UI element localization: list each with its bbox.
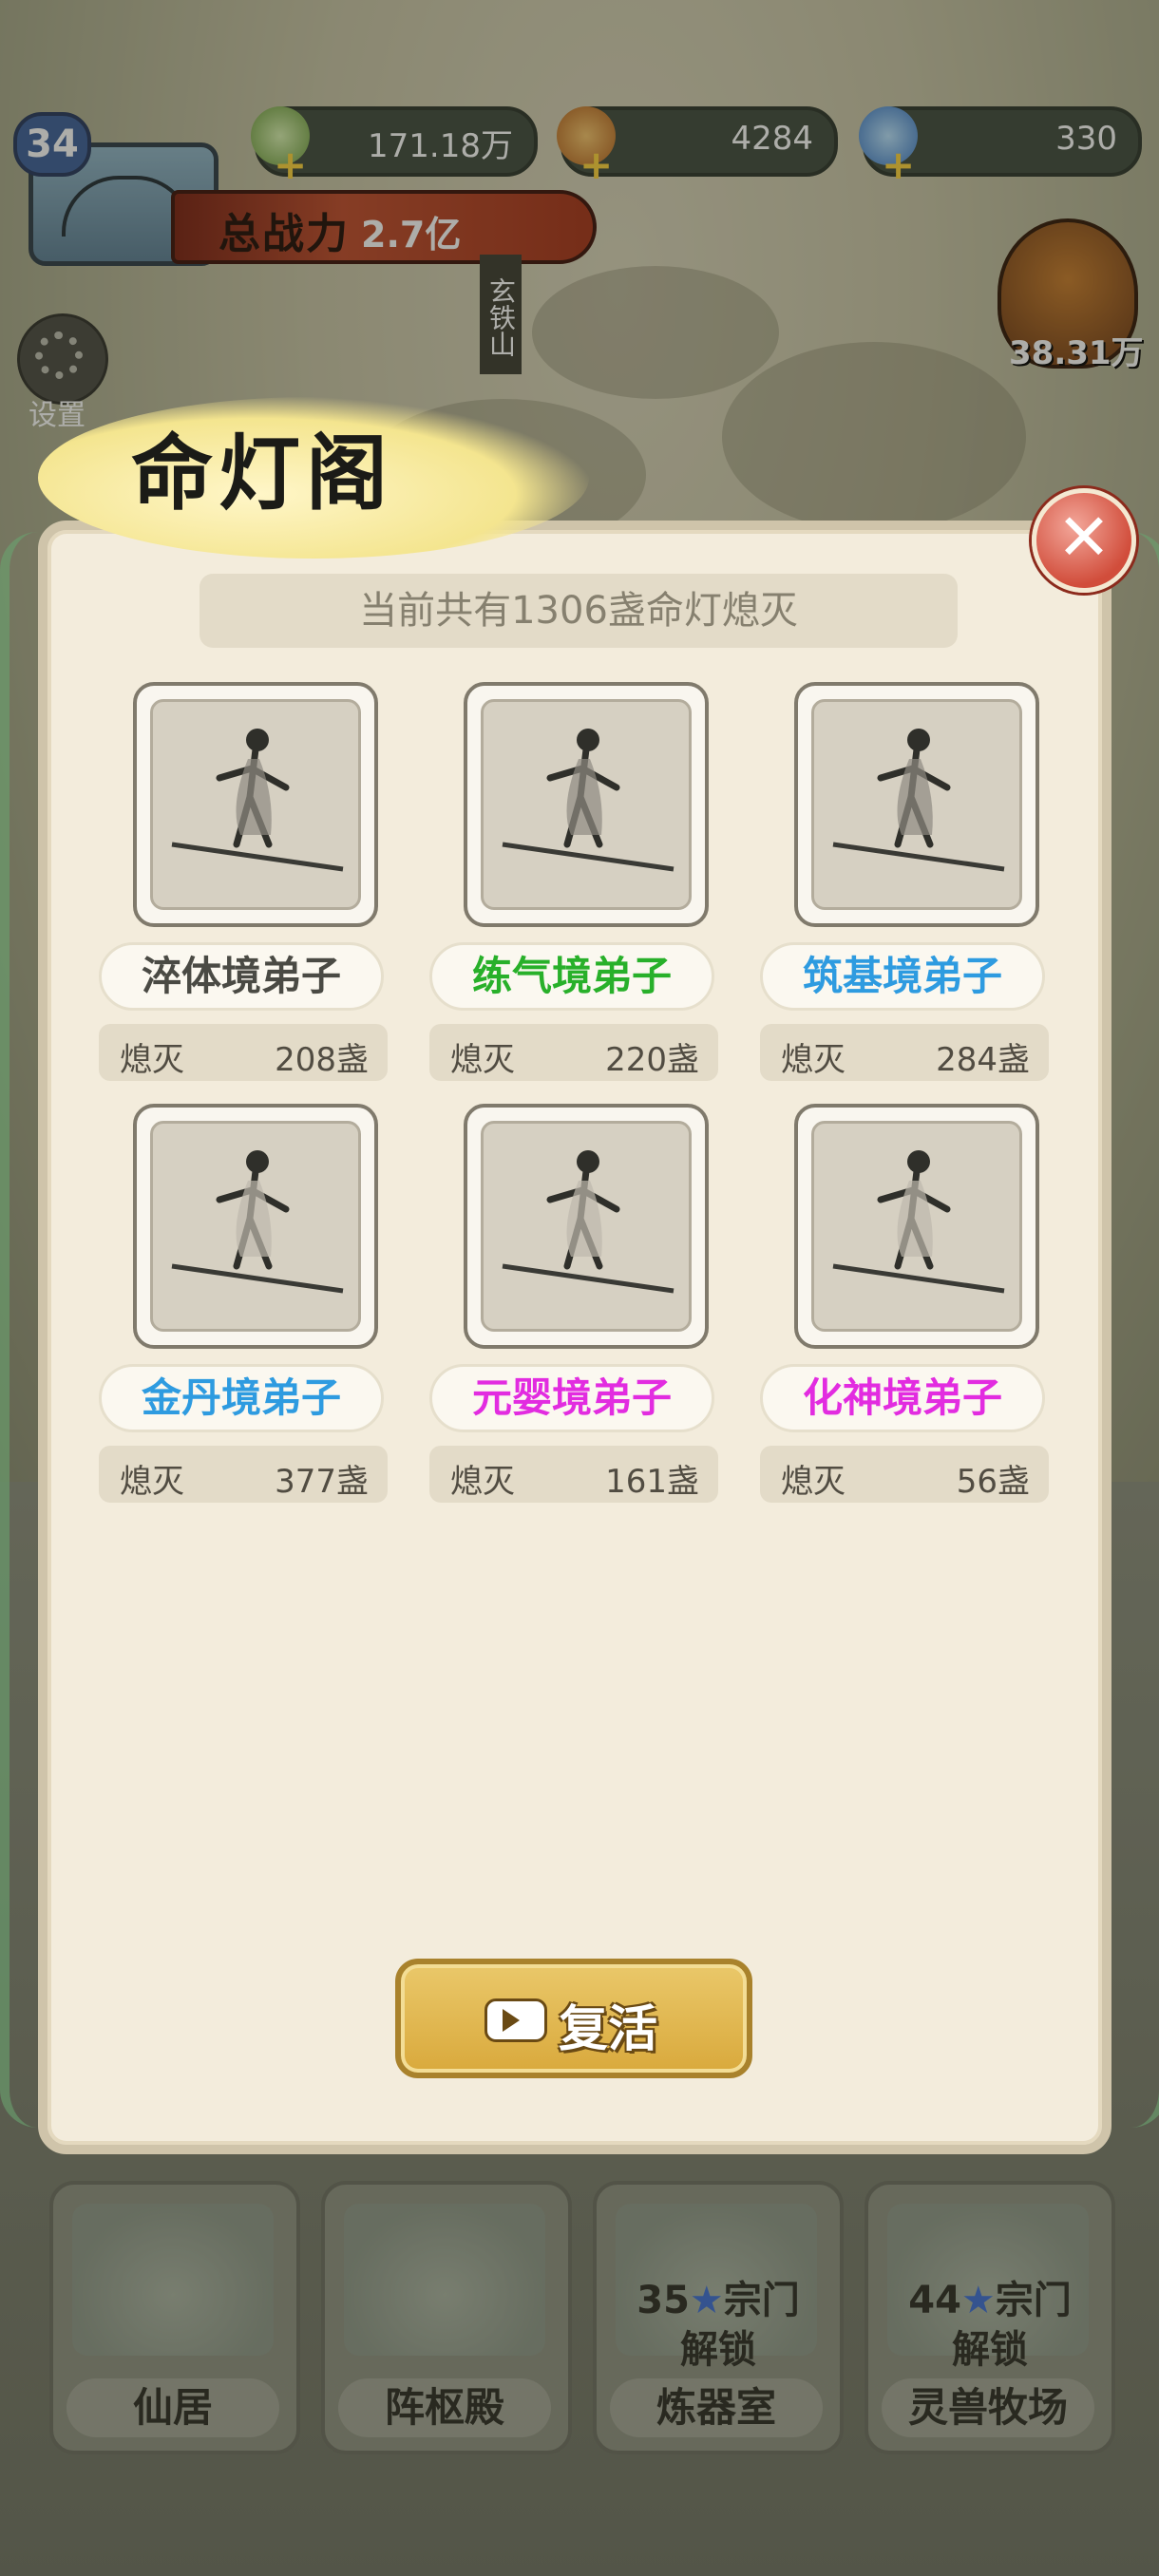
extinguished-label: 熄灭	[781, 1041, 846, 1079]
portrait-frame	[481, 699, 692, 910]
portrait-frame	[150, 699, 361, 910]
extinguished-count-bar: 熄灭 220盏	[429, 1024, 718, 1081]
extinguished-label: 熄灭	[450, 1041, 515, 1079]
sword-riding-figure-icon	[171, 1150, 344, 1294]
extinguished-count: 161盏	[605, 1463, 699, 1501]
revive-label: 复活	[559, 2001, 658, 2058]
close-button[interactable]: ✕	[1032, 488, 1136, 593]
sword-riding-figure-icon	[502, 729, 674, 872]
dialog-title: 命灯阁	[131, 426, 393, 521]
extinguished-count: 220盏	[605, 1041, 699, 1079]
extinguished-count-bar: 熄灭 284盏	[760, 1024, 1049, 1081]
extinguished-count-bar: 熄灭 208盏	[99, 1024, 388, 1081]
disciple-portrait[interactable]	[464, 1104, 709, 1349]
extinguished-count: 56盏	[956, 1463, 1030, 1501]
disciple-card[interactable]: 淬体境弟子熄灭 208盏	[99, 682, 403, 1090]
close-icon: ✕	[1056, 501, 1112, 576]
extinguished-label: 熄灭	[781, 1463, 846, 1501]
disciple-portrait[interactable]	[794, 682, 1039, 927]
disciple-portrait[interactable]	[794, 1104, 1039, 1349]
disciple-portrait[interactable]	[133, 1104, 378, 1349]
sword-riding-figure-icon	[832, 729, 1005, 872]
revive-button[interactable]: 复活	[395, 1959, 752, 2078]
extinguished-count: 208盏	[275, 1041, 369, 1079]
sword-riding-figure-icon	[502, 1150, 674, 1294]
extinguished-label: 熄灭	[120, 1041, 184, 1079]
sword-riding-figure-icon	[171, 729, 344, 872]
portrait-frame	[481, 1121, 692, 1332]
disciple-card[interactable]: 金丹境弟子熄灭 377盏	[99, 1104, 403, 1512]
disciple-rank-label: 筑基境弟子	[760, 942, 1045, 1011]
disciple-rank-label: 化神境弟子	[760, 1364, 1045, 1432]
extinguished-summary: 当前共有1306盏命灯熄灭	[200, 574, 958, 648]
disciple-card[interactable]: 化神境弟子熄灭 56盏	[760, 1104, 1064, 1512]
extinguished-count-bar: 熄灭 161盏	[429, 1446, 718, 1503]
disciple-rank-label: 金丹境弟子	[99, 1364, 384, 1432]
extinguished-label: 熄灭	[450, 1463, 515, 1501]
disciple-rank-label: 练气境弟子	[429, 942, 714, 1011]
extinguished-count-bar: 熄灭 377盏	[99, 1446, 388, 1503]
portrait-frame	[811, 699, 1022, 910]
disciple-card[interactable]: 元婴境弟子熄灭 161盏	[429, 1104, 733, 1512]
extinguished-count: 284盏	[936, 1041, 1030, 1079]
sword-riding-figure-icon	[832, 1150, 1005, 1294]
video-ad-icon	[484, 1998, 547, 2042]
portrait-frame	[811, 1121, 1022, 1332]
disciple-rank-label: 元婴境弟子	[429, 1364, 714, 1432]
disciple-card[interactable]: 练气境弟子熄灭 220盏	[429, 682, 733, 1090]
disciple-portrait[interactable]	[133, 682, 378, 927]
portrait-frame	[150, 1121, 361, 1332]
extinguished-count-bar: 熄灭 56盏	[760, 1446, 1049, 1503]
extinguished-label: 熄灭	[120, 1463, 184, 1501]
extinguished-count: 377盏	[275, 1463, 369, 1501]
disciple-rank-label: 淬体境弟子	[99, 942, 384, 1011]
disciple-portrait[interactable]	[464, 682, 709, 927]
disciple-card[interactable]: 筑基境弟子熄灭 284盏	[760, 682, 1064, 1090]
